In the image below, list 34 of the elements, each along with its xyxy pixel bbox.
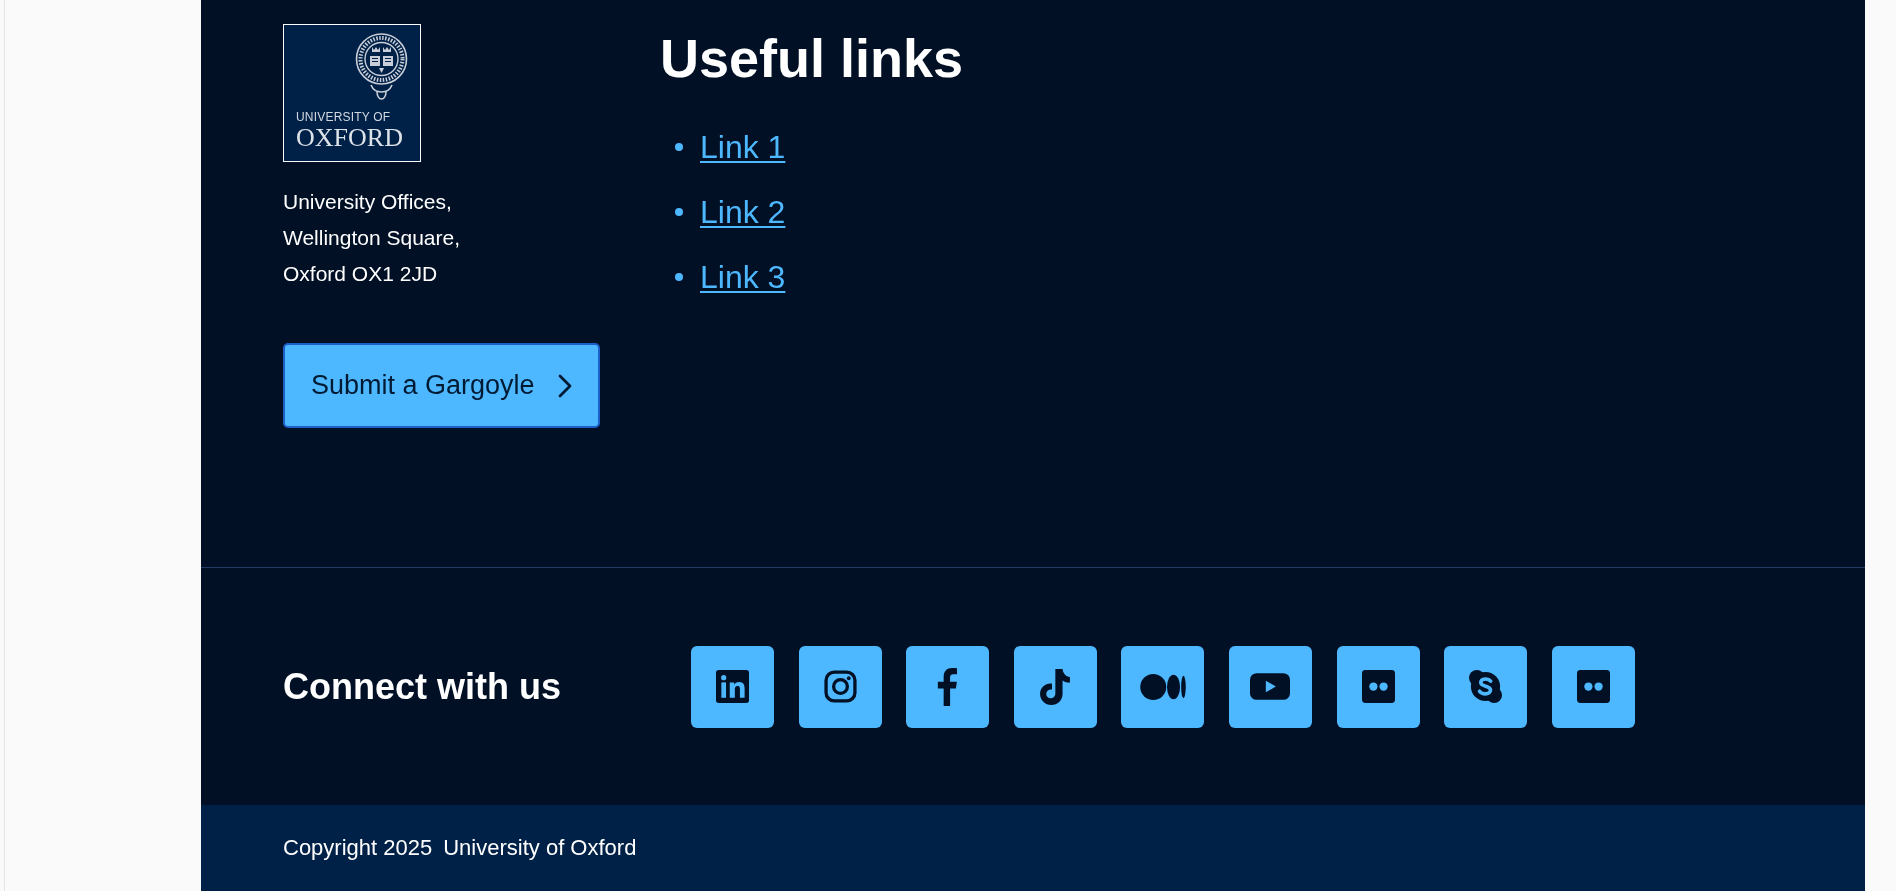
- crest-icon: [353, 33, 410, 100]
- tiktok-icon: [1040, 668, 1071, 705]
- chevron-right-icon: [557, 373, 572, 398]
- bullet-icon: [675, 142, 683, 151]
- bullet-icon: [675, 207, 683, 216]
- section-heading: Useful links: [660, 27, 964, 90]
- social-link[interactable]: [906, 645, 990, 728]
- address-text: University Offices, Wellington Square, Oxford OX1 2JD: [283, 189, 461, 287]
- social-link[interactable]: [691, 645, 774, 728]
- connect-heading: Connect with us: [283, 664, 561, 709]
- social-link[interactable]: [1121, 645, 1205, 728]
- copyright-owner: University of Oxford: [443, 834, 637, 862]
- youtube-icon: [1250, 673, 1291, 700]
- flickr-icon: [1576, 670, 1610, 703]
- social-link[interactable]: [1013, 645, 1097, 728]
- instagram-icon: [823, 670, 857, 703]
- footer-link[interactable]: Link 2: [700, 191, 786, 232]
- flickr-icon: [1361, 670, 1395, 703]
- social-link[interactable]: [1444, 645, 1528, 728]
- logo-text: UNIVERSITY OF: [296, 110, 391, 124]
- medium-icon: [1139, 673, 1186, 700]
- skype-icon: [1469, 670, 1503, 703]
- linkedin-icon: [716, 670, 749, 703]
- social-link[interactable]: [1336, 645, 1420, 728]
- facebook-icon: [936, 667, 959, 706]
- bullet-icon: [675, 272, 683, 281]
- social-link[interactable]: [798, 645, 882, 728]
- footer-link[interactable]: Link 3: [700, 256, 786, 297]
- social-link[interactable]: [1551, 645, 1635, 728]
- submit-button[interactable]: Submit a Gargoyle: [283, 343, 600, 428]
- logo-text: OXFORD: [296, 125, 403, 151]
- copyright-text: Copyright 2025: [283, 834, 433, 862]
- footer-link[interactable]: Link 1: [700, 126, 786, 167]
- social-link[interactable]: [1228, 645, 1312, 728]
